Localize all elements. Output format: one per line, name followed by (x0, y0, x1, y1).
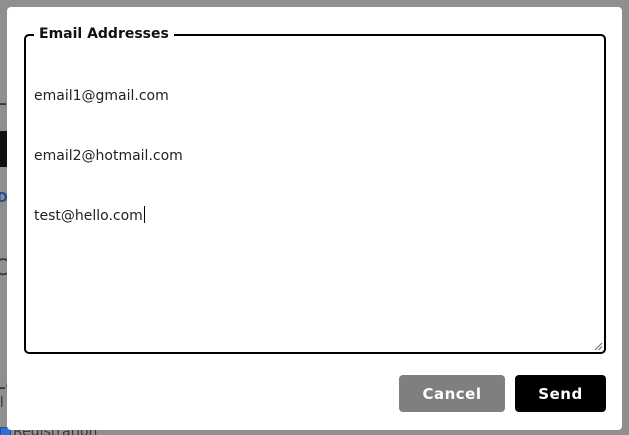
email-fieldset: Email Addresses email1@gmail.com email2@… (24, 24, 606, 354)
background-button (0, 131, 7, 167)
email-dialog: Email Addresses email1@gmail.com email2@… (7, 7, 622, 430)
background-text: ll (0, 395, 4, 411)
cancel-button[interactable]: Cancel (399, 375, 505, 412)
send-button[interactable]: Send (515, 375, 606, 412)
email-line: email2@hotmail.com (34, 148, 183, 164)
email-line: email1@gmail.com (34, 88, 169, 104)
text-caret (143, 206, 145, 223)
email-line: test@hello.com (34, 206, 596, 226)
email-addresses-textarea[interactable]: email1@gmail.com email2@hotmail.com test… (34, 46, 596, 344)
email-addresses-label: Email Addresses (34, 24, 174, 44)
resize-grip-icon[interactable] (594, 342, 603, 351)
email-line-text: test@hello.com (34, 208, 143, 224)
